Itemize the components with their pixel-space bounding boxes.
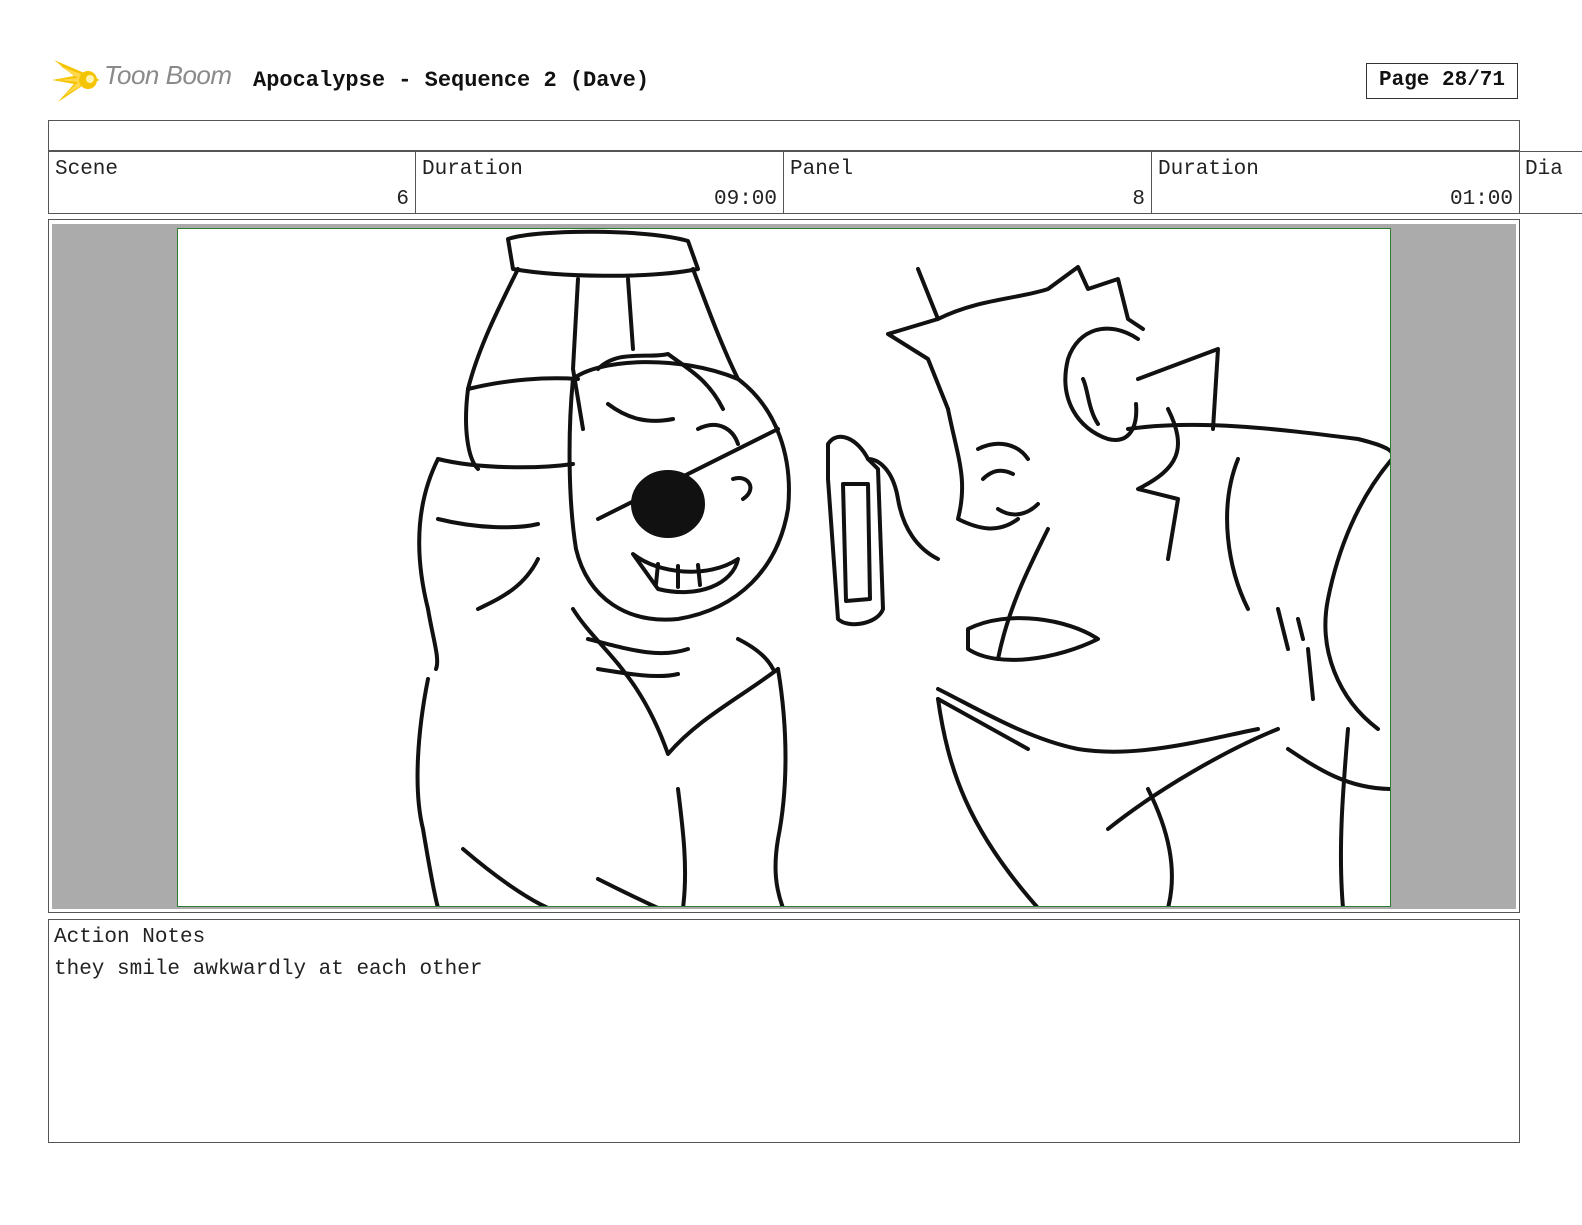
action-notes-text: they smile awkwardly at each other xyxy=(54,958,483,981)
panel-duration-label: Duration xyxy=(1158,158,1259,181)
starburst-icon xyxy=(52,60,100,102)
logo-wordmark: Toon Boom xyxy=(104,60,232,90)
action-notes-label: Action Notes xyxy=(54,926,206,949)
action-notes-box: Action Notes they smile awkwardly at eac… xyxy=(48,919,1520,1143)
panel-duration-cell: Duration 01:00 xyxy=(1151,151,1520,214)
document-title: Apocalypse - Sequence 2 (Dave) xyxy=(253,68,650,93)
scene-duration-value: 09:00 xyxy=(713,188,777,211)
panel-value: 8 xyxy=(1132,188,1145,211)
dialog-label: Dia xyxy=(1525,158,1563,181)
scene-duration-cell: Duration 09:00 xyxy=(415,151,784,214)
storyboard-panel-image xyxy=(177,228,1391,907)
scene-label: Scene xyxy=(55,158,119,181)
scene-value: 6 xyxy=(396,188,409,211)
panel-duration-value: 01:00 xyxy=(1449,188,1513,211)
panel-cell: Panel 8 xyxy=(783,151,1152,214)
header-blank-row xyxy=(48,120,1520,151)
toon-boom-logo: Toon Boom xyxy=(52,56,238,106)
panel-label: Panel xyxy=(790,158,854,181)
scene-cell: Scene 6 xyxy=(48,151,416,214)
dialog-cell: Dia xyxy=(1519,151,1582,214)
scene-duration-label: Duration xyxy=(422,158,523,181)
page-indicator: Page 28/71 xyxy=(1366,63,1518,99)
storyboard-sketch xyxy=(415,229,1390,906)
panel-meta-row: Scene 6 Duration 09:00 Panel 8 Duration … xyxy=(48,151,1582,214)
